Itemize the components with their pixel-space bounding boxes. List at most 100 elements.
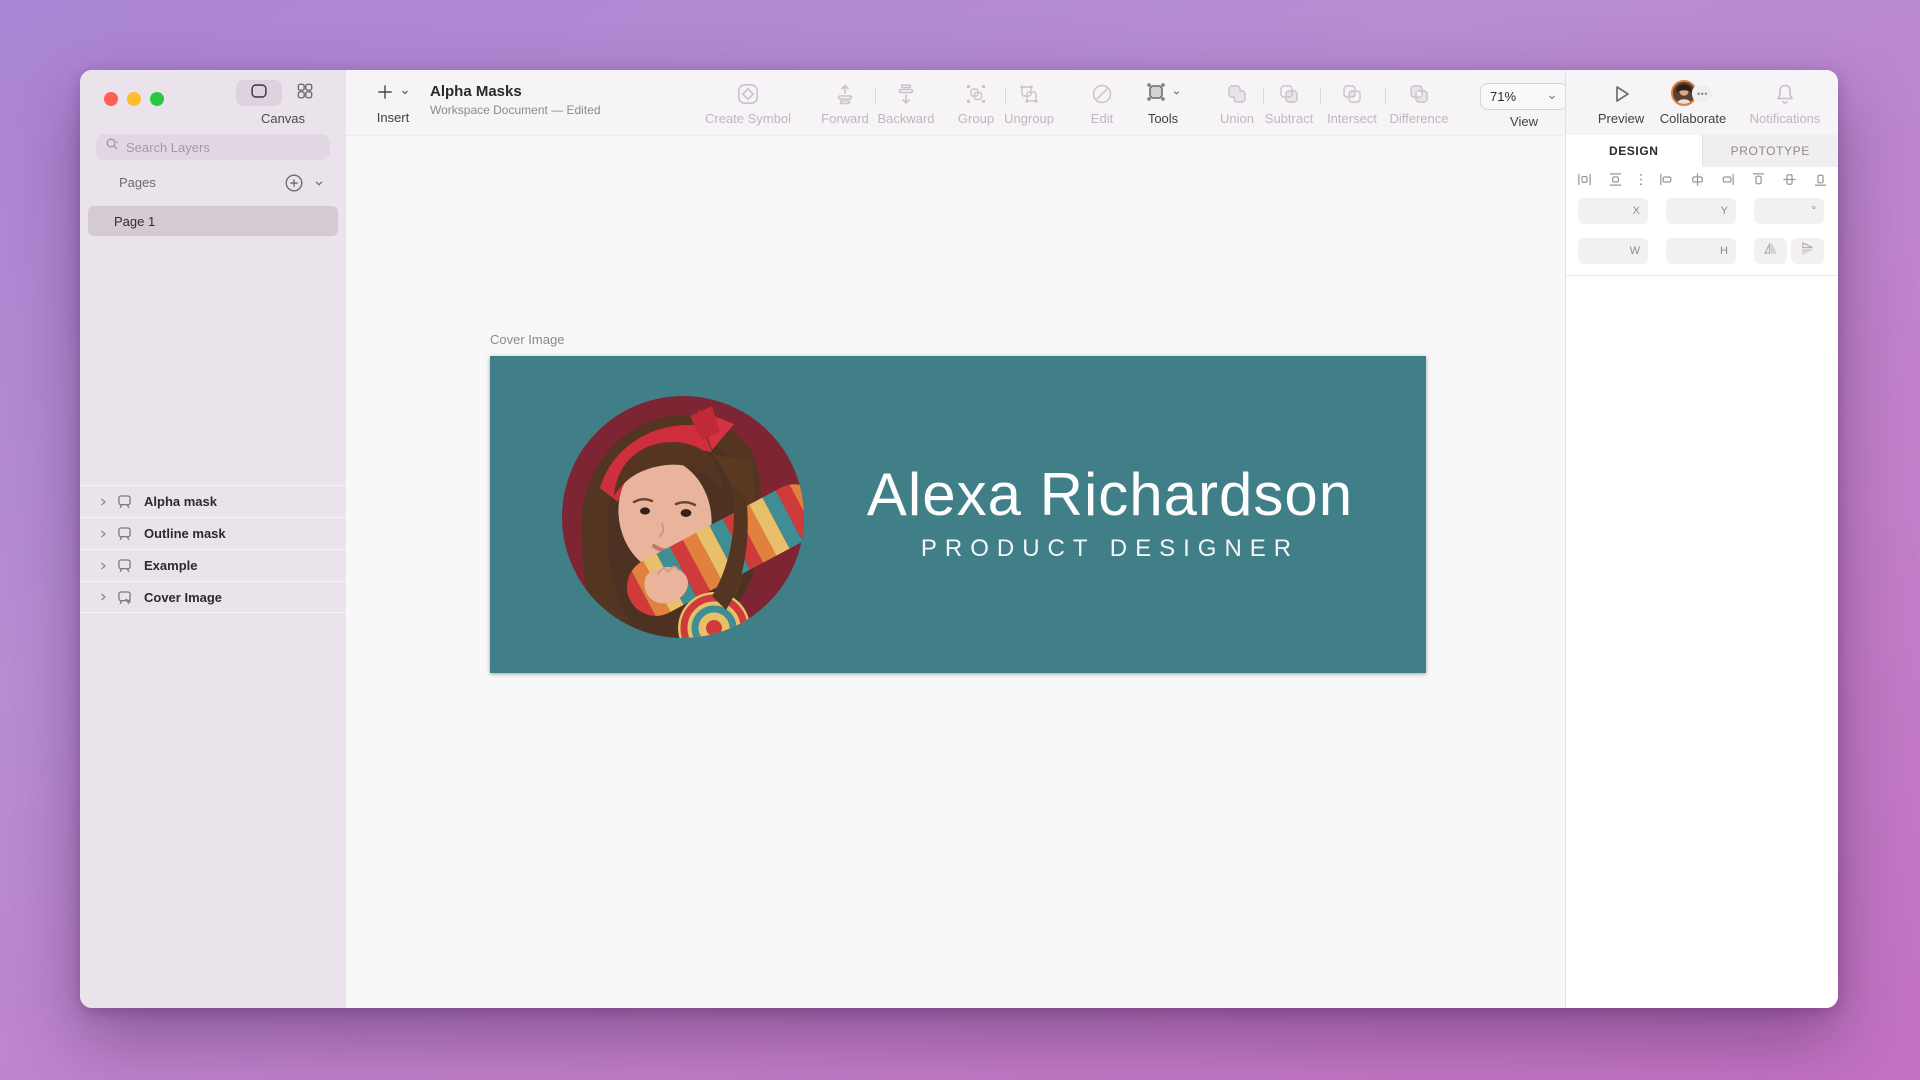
align-center-horizontal-icon[interactable] <box>1689 171 1706 188</box>
chevron-down-icon <box>1171 85 1182 103</box>
move-forward-icon <box>833 78 857 110</box>
inspector-tabs: DESIGN PROTOTYPE <box>1566 135 1838 167</box>
layer-row-cover-image[interactable]: Cover Image <box>80 581 346 613</box>
portrait-photo <box>562 396 804 638</box>
layer-list: Alpha mask Outline mask Example Cover Im… <box>80 485 346 613</box>
disclosure-right-icon[interactable] <box>97 496 109 508</box>
view-label: View <box>1510 114 1538 129</box>
flip-horizontal-button[interactable] <box>1754 238 1787 264</box>
ungroup-icon <box>1017 78 1041 110</box>
layer-row-alpha-mask[interactable]: Alpha mask <box>80 485 346 517</box>
sketch-window: Canvas Pages Page 1 Alpha mask <box>80 70 1838 1008</box>
page-list-item[interactable]: Page 1 <box>88 206 338 236</box>
width-field[interactable]: W <box>1578 238 1648 264</box>
rotation-input[interactable] <box>1762 204 1812 218</box>
add-page-icon[interactable] <box>283 172 305 199</box>
disclosure-right-icon[interactable] <box>97 560 109 572</box>
zoom-level-dropdown[interactable]: 71% <box>1480 83 1568 110</box>
x-position-field[interactable]: X <box>1578 198 1648 224</box>
layer-row-outline-mask[interactable]: Outline mask <box>80 517 346 549</box>
notifications-button[interactable]: Notifications <box>1737 78 1833 126</box>
artboard-icon <box>115 556 134 575</box>
search-layers-field[interactable] <box>96 134 330 160</box>
canvas-area[interactable]: Cover Image Alexa Richardson PRODUCT DES… <box>346 135 1565 1008</box>
distribute-horizontal-icon[interactable] <box>1576 171 1593 188</box>
layer-name: Cover Image <box>144 589 223 605</box>
search-icon <box>104 136 121 158</box>
intersect-icon <box>1340 78 1364 110</box>
height-input[interactable] <box>1674 244 1721 258</box>
canvas-view-button[interactable] <box>236 80 282 106</box>
rotation-field[interactable]: ° <box>1754 198 1824 224</box>
cover-image-artboard[interactable]: Alexa Richardson PRODUCT DESIGNER <box>490 356 1426 673</box>
inspector-toolbar: Preview ••• Collaborate Notifications <box>1566 70 1838 135</box>
more-dots-icon: ••• <box>1692 83 1713 104</box>
align-top-icon[interactable] <box>1750 171 1767 188</box>
pages-header: Pages <box>80 172 346 196</box>
alignment-divider-dots <box>1638 171 1644 188</box>
chevron-down-icon <box>399 85 411 103</box>
x-field-label: X <box>1632 205 1640 217</box>
align-left-icon[interactable] <box>1658 171 1675 188</box>
position-fields: X Y ° <box>1578 198 1827 224</box>
flip-vertical-button[interactable] <box>1791 238 1824 264</box>
align-right-icon[interactable] <box>1719 171 1736 188</box>
zoom-window-button[interactable] <box>150 92 164 106</box>
create-symbol-icon <box>735 78 761 110</box>
disclosure-right-icon[interactable] <box>97 528 109 540</box>
height-field[interactable]: H <box>1666 238 1736 264</box>
view-toggle <box>236 80 318 106</box>
y-position-field[interactable]: Y <box>1666 198 1736 224</box>
layer-name: Example <box>144 558 198 573</box>
size-fields: W H <box>1578 238 1827 264</box>
move-backward-icon <box>894 78 918 110</box>
artboard-edited-icon <box>115 588 134 607</box>
layer-list-sidebar: Canvas Pages Page 1 Alpha mask <box>80 70 346 1008</box>
tab-design[interactable]: DESIGN <box>1566 135 1702 167</box>
view-toggle-label: Canvas <box>260 111 306 126</box>
width-input[interactable] <box>1586 244 1630 258</box>
distribute-vertical-icon[interactable] <box>1607 171 1624 188</box>
x-position-input[interactable] <box>1586 204 1633 218</box>
components-grid-icon <box>295 81 315 106</box>
artboard-icon <box>115 524 134 543</box>
difference-icon <box>1407 78 1431 110</box>
cover-name-text[interactable]: Alexa Richardson <box>810 460 1410 529</box>
insert-label: Insert <box>376 110 410 125</box>
height-field-label: H <box>1720 245 1728 257</box>
artboard-title[interactable]: Cover Image <box>490 332 564 347</box>
document-subtitle: Workspace Document — Edited <box>430 103 601 117</box>
minimize-window-button[interactable] <box>127 92 141 106</box>
width-field-label: W <box>1629 245 1640 257</box>
align-middle-icon[interactable] <box>1781 171 1798 188</box>
y-field-label: Y <box>1720 205 1728 217</box>
y-position-input[interactable] <box>1674 204 1721 218</box>
layer-row-example[interactable]: Example <box>80 549 346 581</box>
disclosure-right-icon[interactable] <box>97 591 109 603</box>
inspector-panel: Preview ••• Collaborate Notifications DE… <box>1565 70 1838 1008</box>
tab-prototype[interactable]: PROTOTYPE <box>1701 135 1838 167</box>
create-symbol-button[interactable]: Create Symbol <box>700 78 796 126</box>
layer-name: Outline mask <box>144 526 226 541</box>
insert-button[interactable]: Insert <box>364 78 422 125</box>
difference-button[interactable]: Difference <box>1371 78 1467 126</box>
collaborate-button[interactable]: ••• Collaborate <box>1645 78 1741 126</box>
inspector-divider <box>1566 275 1838 276</box>
main-toolbar: Insert Alpha Masks Workspace Document — … <box>346 70 1568 135</box>
cover-role-text[interactable]: PRODUCT DESIGNER <box>810 535 1410 563</box>
plus-icon <box>375 82 395 107</box>
align-bottom-icon[interactable] <box>1812 171 1829 188</box>
flip-vertical-icon <box>1799 240 1816 262</box>
flip-horizontal-icon <box>1762 240 1779 262</box>
document-title: Alpha Masks <box>430 83 522 100</box>
chevron-down-icon <box>1546 91 1558 103</box>
pages-header-label: Pages <box>119 175 156 190</box>
components-view-button[interactable] <box>292 80 318 106</box>
window-controls <box>104 92 164 106</box>
tools-transform-icon <box>1144 80 1168 109</box>
search-layers-input[interactable] <box>126 139 296 155</box>
zoom-level-value: 71% <box>1490 89 1517 104</box>
close-window-button[interactable] <box>104 92 118 106</box>
collapse-pages-icon[interactable] <box>312 176 326 195</box>
play-icon <box>1609 78 1633 110</box>
